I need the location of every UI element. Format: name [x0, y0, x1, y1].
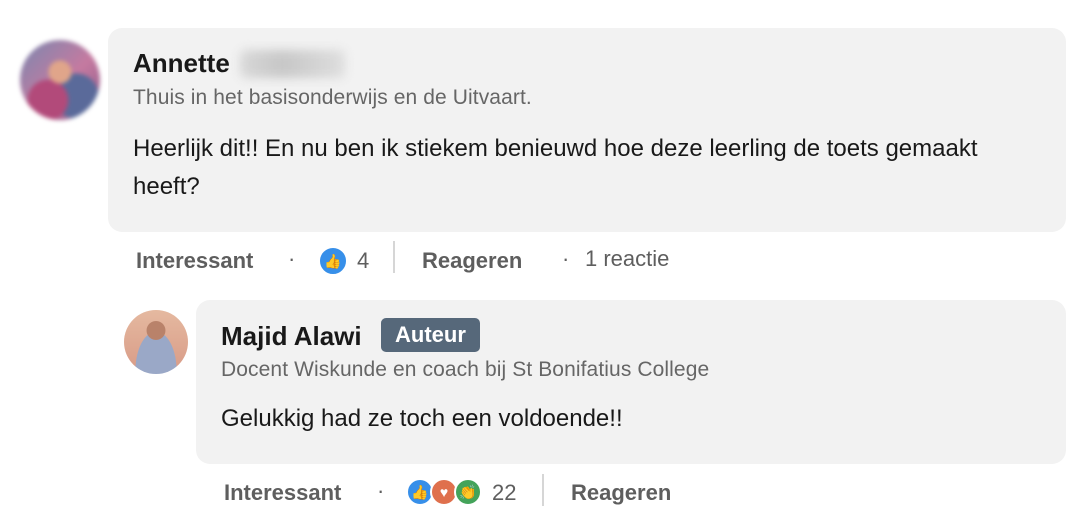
author-badge: Auteur	[381, 318, 480, 352]
react-button[interactable]: Interessant	[224, 480, 341, 506]
comment-author-name[interactable]: Annette	[133, 48, 230, 79]
separator-dot: ·	[562, 246, 570, 271]
reply-author-headline: Docent Wiskunde en coach bij St Bonifati…	[221, 358, 710, 381]
reply-text: Gelukkig had ze toch een voldoende!!	[221, 405, 623, 432]
separator-dot: ·	[377, 478, 385, 503]
avatar-annette[interactable]	[20, 40, 100, 120]
reaction-count[interactable]: 4	[357, 248, 369, 274]
author-headline: Thuis in het basisonderwijs en de Uitvaa…	[133, 86, 532, 109]
reply-button[interactable]: Reageren	[422, 248, 522, 274]
reply-author-name[interactable]: Majid Alawi	[221, 321, 362, 352]
comment-text: Heerlijk dit!! En nu ben ik stiekem beni…	[133, 135, 978, 200]
divider	[542, 474, 544, 506]
redacted-surname	[240, 50, 345, 78]
react-button[interactable]: Interessant	[136, 248, 253, 274]
clapping-hands-icon[interactable]: 👏	[454, 478, 482, 506]
avatar-majid[interactable]	[124, 310, 188, 374]
reaction-count[interactable]: 22	[492, 480, 516, 506]
divider	[393, 241, 395, 273]
reply-button[interactable]: Reageren	[571, 480, 671, 506]
separator-dot: ·	[288, 246, 296, 271]
reply-count-link[interactable]: 1 reactie	[585, 246, 669, 272]
thumbs-up-icon[interactable]: 👍	[318, 246, 348, 276]
